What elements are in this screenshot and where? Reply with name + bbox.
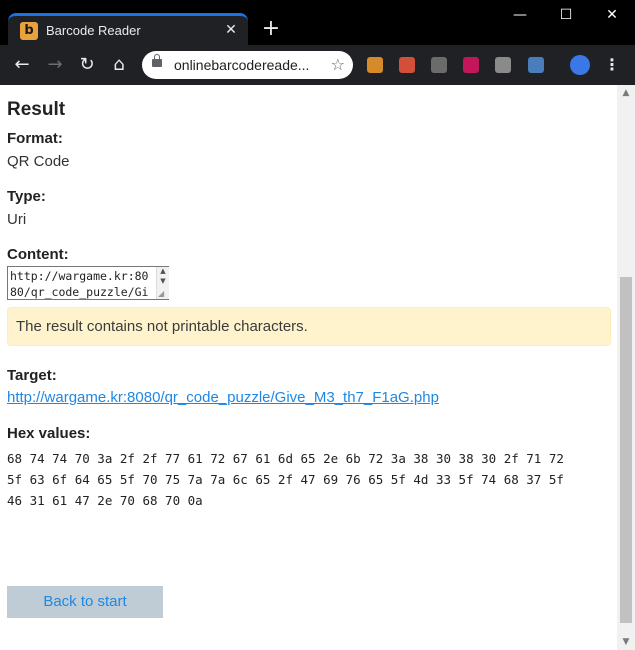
- screenshot-extension-icon[interactable]: [399, 57, 415, 73]
- profile-avatar-icon[interactable]: [570, 55, 590, 75]
- hex-line: 68 74 74 70 3a 2f 2f 77 61 72 67 61 6d 6…: [7, 451, 564, 466]
- textarea-resize-grip-icon[interactable]: ◢: [158, 290, 167, 298]
- new-tab-button[interactable]: +: [260, 18, 282, 40]
- reload-icon[interactable]: ↻: [75, 53, 99, 77]
- result-heading: Result: [7, 99, 66, 120]
- alert-text: The result contains not printable charac…: [16, 318, 308, 335]
- back-to-start-button[interactable]: Back to start: [7, 586, 163, 618]
- lock-icon[interactable]: [152, 54, 162, 67]
- back-arrow-icon[interactable]: ←: [10, 53, 34, 77]
- bookmark-star-icon[interactable]: ☆: [331, 55, 345, 75]
- target-label: Target:: [7, 367, 57, 384]
- content-textarea[interactable]: http://wargame.kr:8080/qr_code_puzzle/Gi…: [7, 266, 169, 300]
- browser-titlebar: b Barcode Reader ✕ + — ☐ ✕: [0, 0, 635, 45]
- tab-close-icon[interactable]: ✕: [222, 21, 240, 39]
- cookie-extension-icon[interactable]: [367, 57, 383, 73]
- forward-arrow-icon[interactable]: →: [43, 53, 67, 77]
- hex-values-label: Hex values:: [7, 425, 91, 442]
- home-icon[interactable]: ⌂: [107, 53, 131, 77]
- browser-menu-icon[interactable]: ⋮: [604, 53, 620, 77]
- tab-title: Barcode Reader: [46, 23, 141, 38]
- scroll-thumb[interactable]: [620, 277, 632, 623]
- content-label: Content:: [7, 246, 69, 263]
- info-extension-icon[interactable]: [495, 57, 511, 73]
- type-value: Uri: [7, 211, 27, 228]
- minimize-button[interactable]: —: [497, 0, 543, 30]
- close-window-button[interactable]: ✕: [589, 0, 635, 30]
- target-link[interactable]: http://wargame.kr:8080/qr_code_puzzle/Gi…: [7, 389, 439, 407]
- format-value: QR Code: [7, 153, 70, 170]
- address-bar[interactable]: onlinebarcodereade... ☆: [142, 51, 353, 79]
- browser-tab-active[interactable]: b Barcode Reader ✕: [8, 13, 248, 45]
- address-bar-url[interactable]: onlinebarcodereade...: [174, 56, 324, 74]
- page-scrollbar[interactable]: ▲ ▼: [617, 85, 635, 650]
- hex-line: 46 31 61 47 2e 70 68 70 0a: [7, 493, 203, 508]
- maximize-button[interactable]: ☐: [543, 0, 589, 30]
- browser-toolbar: ← → ↻ ⌂ onlinebarcodereade... ☆ ⋮: [0, 45, 635, 85]
- textarea-scroll-down-icon[interactable]: ▼: [157, 277, 169, 286]
- hex-values-block: 68 74 74 70 3a 2f 2f 77 61 72 67 61 6d 6…: [7, 448, 611, 511]
- warning-alert: The result contains not printable charac…: [7, 307, 611, 346]
- scroll-up-icon[interactable]: ▲: [617, 85, 635, 101]
- barcode-reader-favicon-icon: b: [20, 22, 38, 40]
- chart-extension-icon[interactable]: [431, 57, 447, 73]
- textarea-scroll-up-icon[interactable]: ▲: [157, 267, 169, 276]
- hex-line: 5f 63 6f 64 65 5f 70 75 7a 7a 6c 65 2f 4…: [7, 472, 564, 487]
- type-label: Type:: [7, 188, 46, 205]
- page-viewport: Result Format: QR Code Type: Uri Content…: [0, 85, 617, 650]
- window-extension-icon[interactable]: [528, 57, 544, 73]
- format-label: Format:: [7, 130, 63, 147]
- scroll-down-icon[interactable]: ▼: [617, 634, 635, 650]
- color-extension-icon[interactable]: [463, 57, 479, 73]
